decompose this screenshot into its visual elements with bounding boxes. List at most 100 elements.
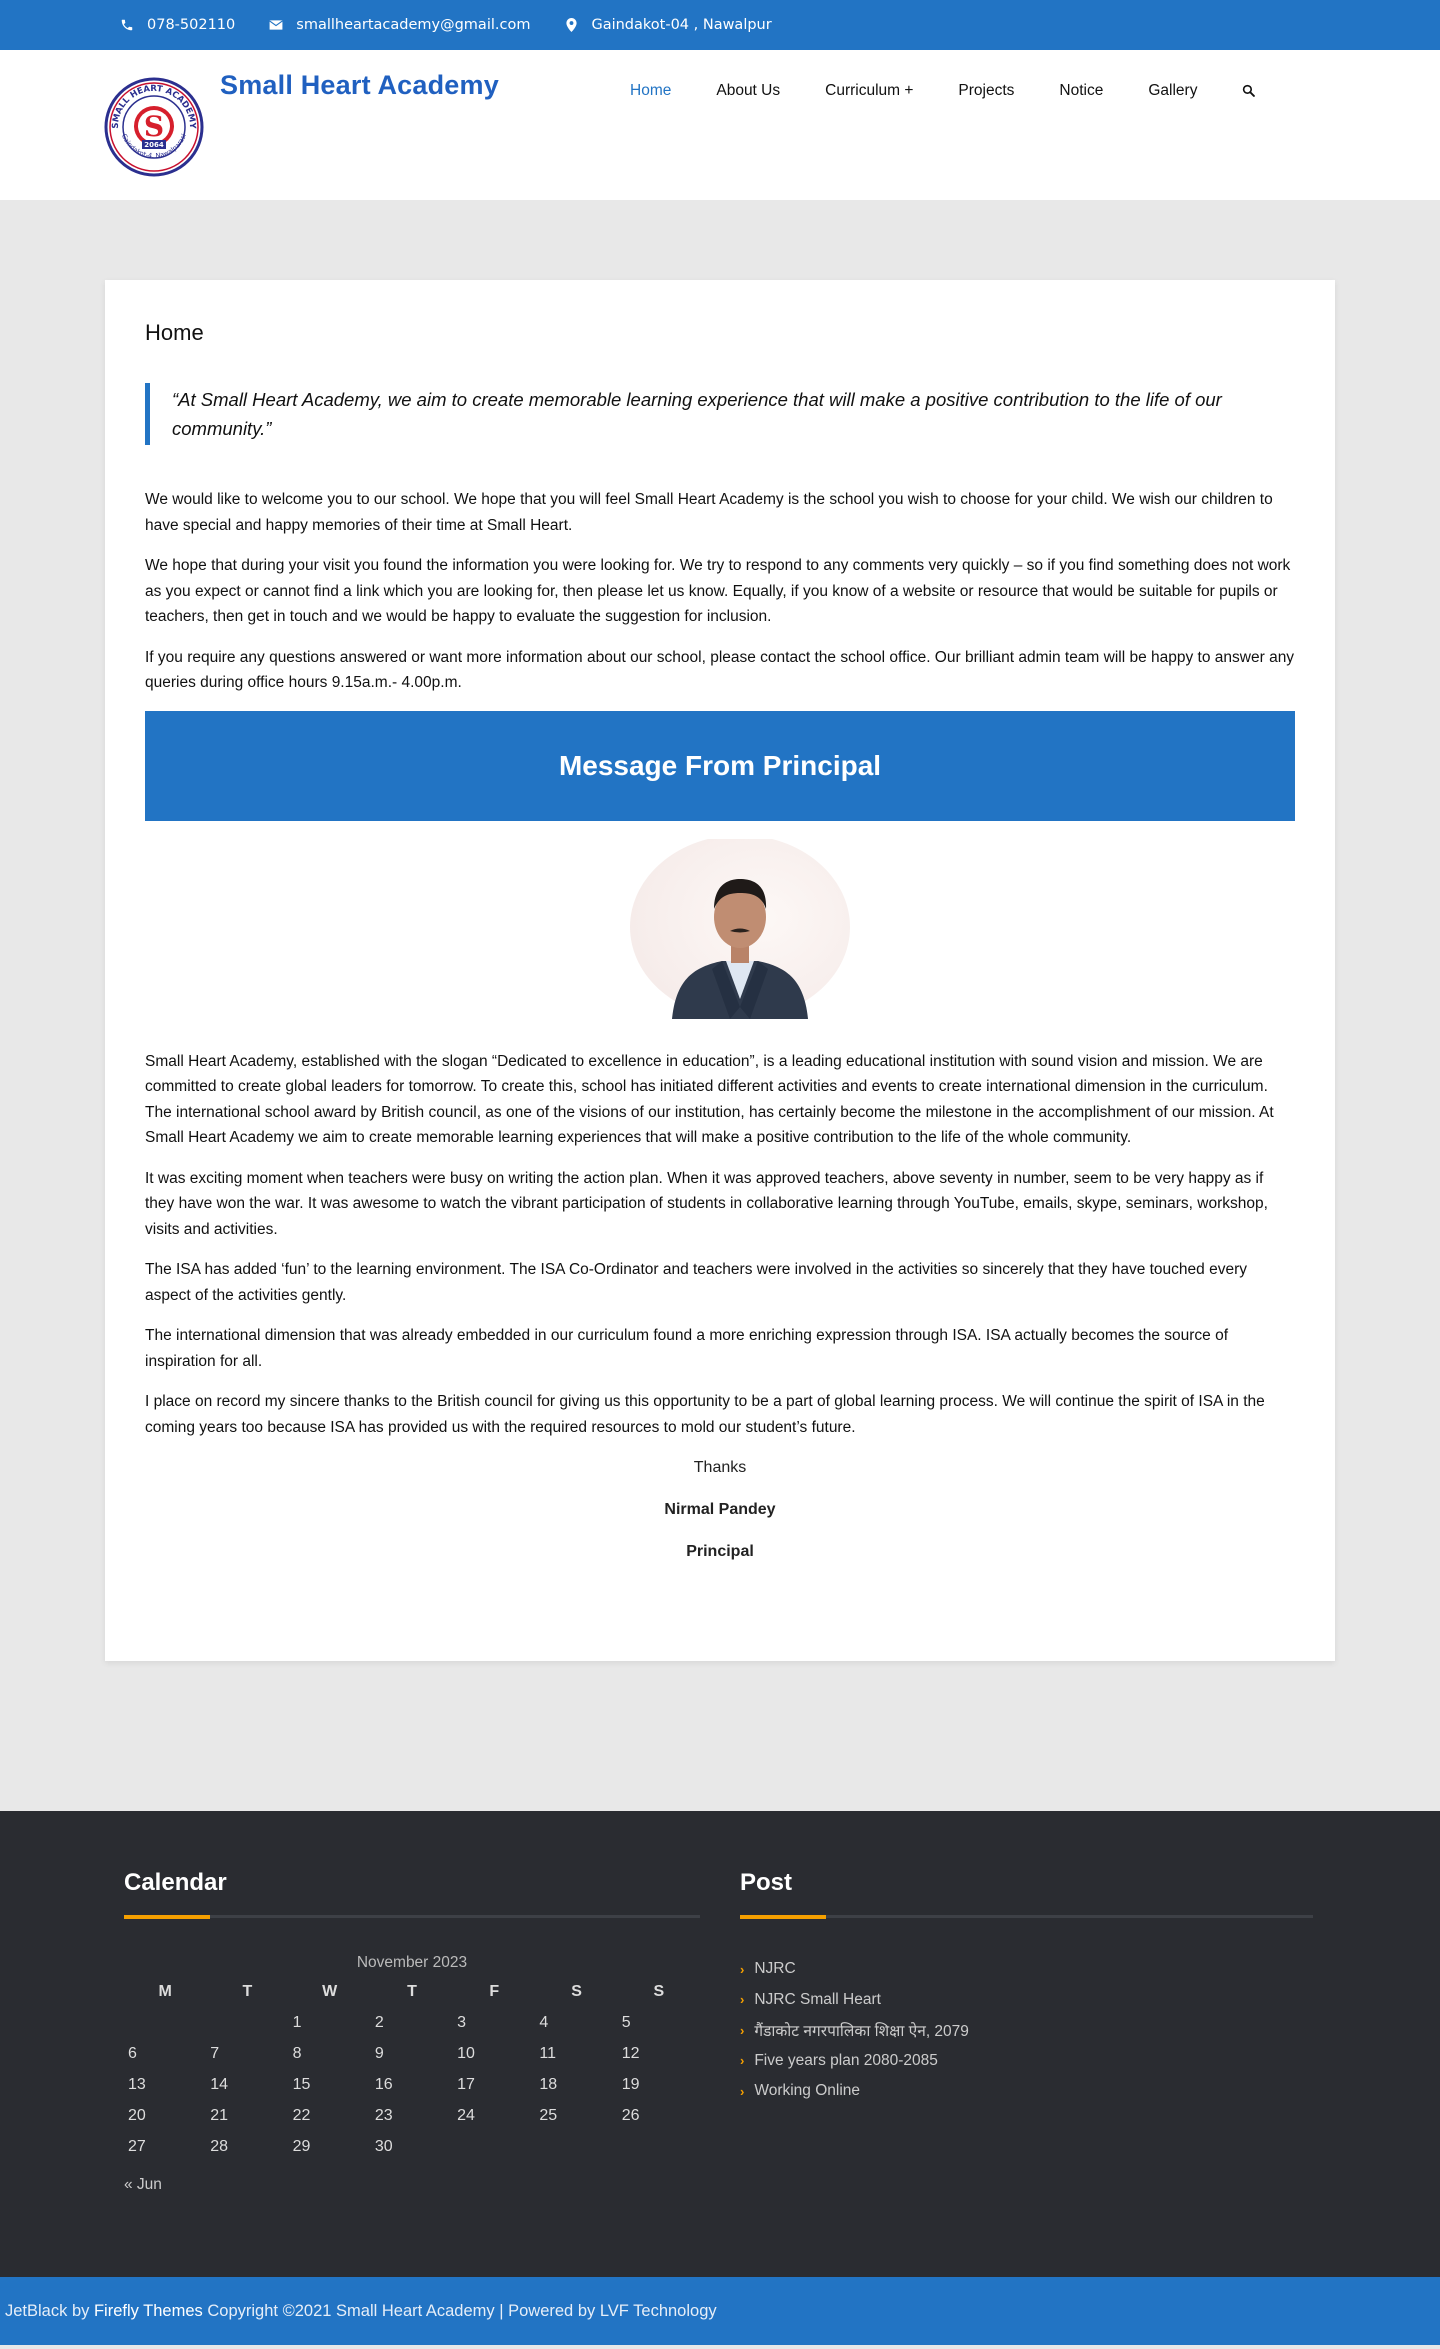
content-card: Home “At Small Heart Academy, we aim to … xyxy=(105,280,1335,1661)
phone-icon xyxy=(120,18,134,32)
top-bar: 078-502110 smallheartacademy@gmail.com G… xyxy=(0,0,1440,50)
principal-photo xyxy=(590,834,850,1019)
chevron-right-icon: › xyxy=(740,1992,745,2008)
credit-author-link[interactable]: Firefly Themes xyxy=(94,2302,203,2321)
calendar-day-cell: 20 xyxy=(128,2106,146,2124)
thanks-text: Thanks xyxy=(693,1459,747,1476)
calendar-week-row: 1 2 3 4 5 xyxy=(124,2007,700,2038)
post-item[interactable]: › गैंडाकोट नगरपालिका शिक्षा ऐन, 2079 xyxy=(740,2015,1313,2046)
principal-message-heading: Message From Principal xyxy=(558,749,882,781)
post-item[interactable]: › NJRC Small Heart xyxy=(740,1985,1313,2016)
calendar-day-cell: 22 xyxy=(292,2106,311,2124)
principal-photo-wrap xyxy=(145,834,1295,1019)
nav-gallery[interactable]: Gallery xyxy=(1148,82,1197,100)
post-item[interactable]: › Five years plan 2080-2085 xyxy=(740,2046,1313,2077)
svg-text:S: S xyxy=(144,110,164,143)
post-link[interactable]: NJRC Small Heart xyxy=(754,1991,881,2009)
nav-notice[interactable]: Notice xyxy=(1059,82,1103,100)
principal-message-paragraph: The ISA has added ‘fun’ to the learning … xyxy=(145,1261,1247,1304)
post-item[interactable]: › NJRC xyxy=(740,1954,1313,1985)
title-accent xyxy=(740,1915,826,1919)
principal-message-paragraph: I place on record my sincere thanks to t… xyxy=(145,1393,1265,1436)
calendar-day-cell: 2 xyxy=(374,2013,384,2031)
calendar-day-cell: 26 xyxy=(621,2106,640,2124)
principal-message-banner: Message From Principal xyxy=(145,710,1295,821)
credit-theme: JetBlack xyxy=(5,2301,68,2320)
calendar-day-cell: 29 xyxy=(292,2137,311,2155)
calendar-day-cell: 6 xyxy=(128,2044,137,2062)
main-content: Home “At Small Heart Academy, we aim to … xyxy=(0,200,1440,1811)
principal-message-paragraph: It was exciting moment when teachers wer… xyxy=(145,1169,1268,1238)
calendar-day-cell: 17 xyxy=(457,2075,475,2093)
calendar-day-cell: 27 xyxy=(128,2137,146,2155)
calendar-day-cell: 11 xyxy=(539,2044,557,2062)
calendar-week-row: 13 14 15 16 17 18 19 xyxy=(124,2069,700,2100)
chevron-right-icon: › xyxy=(740,2053,745,2069)
calendar-day-cell: 14 xyxy=(210,2075,229,2093)
calendar-day-cell xyxy=(124,2007,206,2038)
topbar-address: Gaindakot-04 , Nawalpur xyxy=(564,17,772,33)
calendar-day-cell: 9 xyxy=(374,2044,384,2062)
calendar-day-cell: 7 xyxy=(210,2044,220,2062)
post-link[interactable]: Working Online xyxy=(754,2082,860,2100)
calendar-title-rule xyxy=(124,1915,700,1919)
calendar-table: MTWTFSS 1 2 3 4 5 6 7 8 9 10 11 12 13 14 15 16 17 18 19 20 2… xyxy=(124,1976,700,2162)
calendar-day-header: M xyxy=(158,1982,172,2000)
post-item[interactable]: › Working Online xyxy=(740,2076,1313,2107)
search-icon[interactable] xyxy=(1242,84,1256,98)
calendar-day-cell: 15 xyxy=(292,2075,311,2093)
calendar-week-row: 20 21 22 23 24 25 26 xyxy=(124,2100,700,2131)
topbar-email[interactable]: smallheartacademy@gmail.com xyxy=(269,17,530,33)
calendar-caption: November 2023 xyxy=(356,1954,468,1971)
nav-curriculum[interactable]: Curriculum + xyxy=(825,82,913,100)
nav-about-us[interactable]: About Us xyxy=(716,82,780,100)
principal-name: Nirmal Pandey xyxy=(664,1501,776,1518)
calendar-day-header: T xyxy=(242,1982,253,2000)
title-accent xyxy=(124,1915,210,1919)
post-link[interactable]: NJRC xyxy=(754,1960,795,1978)
calendar-day-cell: 18 xyxy=(539,2075,558,2093)
calendar-day-cell: 1 xyxy=(292,2013,302,2031)
topbar-phone-text: 078-502110 xyxy=(147,17,236,33)
calendar-day-cell: 5 xyxy=(621,2013,631,2031)
page-title: Home xyxy=(145,320,204,345)
envelope-icon xyxy=(269,18,284,32)
topbar-phone[interactable]: 078-502110 xyxy=(120,17,235,33)
calendar-day-header: F xyxy=(489,1982,500,2000)
nav-projects[interactable]: Projects xyxy=(958,82,1014,100)
principal-message-paragraph: The international dimension that was alr… xyxy=(145,1327,1229,1370)
intro-paragraph: If you require any questions answered or… xyxy=(145,648,1295,692)
calendar-widget: Calendar November 2023 MTWTFSS 123456789… xyxy=(124,1869,700,2194)
mission-quote: “At Small Heart Academy, we aim to creat… xyxy=(145,383,1295,445)
calendar-day-cell xyxy=(206,2007,288,2038)
nav-home[interactable]: Home xyxy=(630,82,671,100)
post-widget: Post › NJRC › NJRC Small Heart › गैंडाकोट न… xyxy=(740,1869,1313,2107)
post-link[interactable]: गैंडाकोट नगरपालिका शिक्षा ऐन, 2079 xyxy=(754,2019,969,2041)
principal-message-paragraph: Small Heart Academy, established with th… xyxy=(145,1052,1274,1147)
logo-year: 2064 xyxy=(144,141,164,149)
site-title[interactable]: Small Heart Academy xyxy=(220,70,499,101)
calendar-prev-link[interactable]: « Jun xyxy=(124,2176,162,2193)
chevron-right-icon: › xyxy=(740,1961,745,1977)
calendar-day-header: S xyxy=(571,1982,582,2000)
intro-paragraph: We hope that during your visit you found… xyxy=(145,557,1291,625)
map-marker-icon xyxy=(564,18,578,32)
main-nav: Home About Us Curriculum + Projects Noti… xyxy=(630,82,1256,100)
calendar-day-cell: 13 xyxy=(128,2075,146,2093)
post-title-rule xyxy=(740,1915,1313,1919)
calendar-day-cell xyxy=(618,2131,700,2162)
post-link[interactable]: Five years plan 2080-2085 xyxy=(754,2052,938,2070)
school-logo[interactable]: S 2064 SMALL HEART ACADEMY Gaindakot-4, … xyxy=(104,77,204,177)
principal-title: Principal xyxy=(686,1543,754,1560)
calendar-day-cell: 10 xyxy=(457,2044,475,2062)
calendar-day-cell: 23 xyxy=(374,2106,393,2124)
calendar-day-cell: 16 xyxy=(374,2075,393,2093)
calendar-day-cell xyxy=(535,2131,617,2162)
calendar-day-cell: 24 xyxy=(457,2106,475,2124)
calendar-day-header: S xyxy=(653,1982,665,2000)
site-header: S 2064 SMALL HEART ACADEMY Gaindakot-4, … xyxy=(0,50,1440,200)
chevron-right-icon: › xyxy=(740,2083,745,2099)
calendar-day-header: W xyxy=(322,1982,338,2000)
calendar-day-cell: 3 xyxy=(457,2013,467,2031)
calendar-day-cell: 19 xyxy=(621,2075,640,2093)
